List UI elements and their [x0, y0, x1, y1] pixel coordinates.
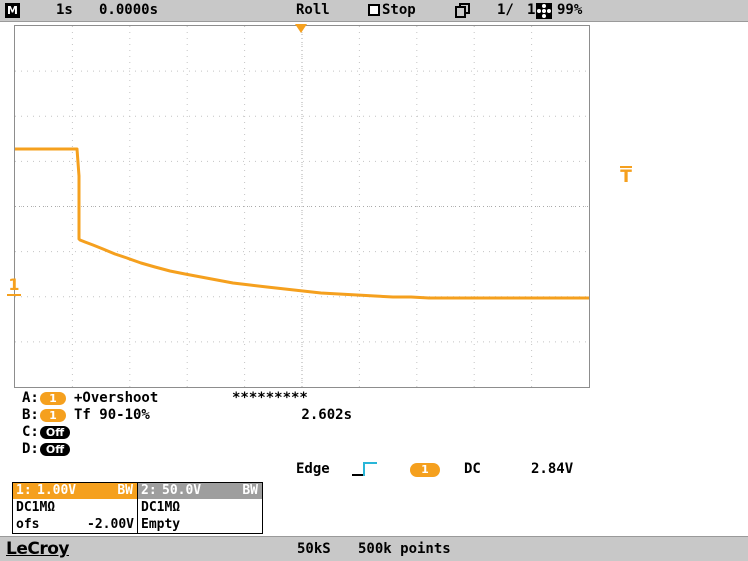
trigger-type-label[interactable]: Edge: [296, 461, 330, 477]
measurement-slot-d: D:: [22, 441, 39, 457]
measurement-row-a[interactable]: A: 1 +Overshoot *********: [22, 390, 442, 407]
rising-edge-icon[interactable]: [352, 462, 384, 477]
channel1-bandwidth[interactable]: BW: [117, 483, 133, 499]
sample-rate-value[interactable]: 50kS: [297, 541, 331, 557]
channel2-bandwidth[interactable]: BW: [242, 483, 258, 499]
channel2-descriptor-box[interactable]: 2: 50.0V BW DC1MΩ Empty: [137, 482, 263, 534]
measurement-value-a: *********: [232, 390, 308, 406]
channel1-offset-label: ofs: [16, 517, 40, 532]
channel1-ground-marker[interactable]: 1: [6, 276, 22, 300]
channel2-number: 2:: [141, 483, 157, 498]
trigger-coupling-label[interactable]: DC: [464, 461, 481, 477]
measurement-source-b[interactable]: 1: [40, 409, 66, 422]
lecroy-logo: LeCroy: [6, 539, 69, 559]
channel2-scale[interactable]: 50.0V: [162, 483, 201, 499]
channel1-descriptor-box[interactable]: 1: 1.00V BW DC1MΩ ofs -2.00V: [12, 482, 138, 534]
grid-and-trace: [15, 26, 589, 387]
run-state-label[interactable]: Stop: [382, 2, 416, 19]
trigger-source-pill[interactable]: 1: [410, 463, 440, 477]
multi-sheet-icon[interactable]: [455, 3, 470, 18]
channel1-scale[interactable]: 1.00V: [37, 483, 76, 499]
measurement-row-d[interactable]: D: Off: [22, 441, 442, 458]
channel1-number: 1:: [16, 483, 32, 498]
segment-current: 1/: [497, 2, 514, 18]
measurement-name-a: +Overshoot: [74, 390, 159, 406]
trigger-level-marker[interactable]: T: [618, 166, 634, 188]
channel1-offset-row[interactable]: ofs -2.00V: [13, 516, 137, 533]
channel2-status[interactable]: Empty: [138, 516, 262, 533]
channel1-waveform-trace: [15, 147, 589, 300]
trigger-delay-value[interactable]: 0.0000s: [99, 2, 158, 19]
measurement-source-d[interactable]: Off: [40, 443, 70, 456]
measurement-row-c[interactable]: C: Off: [22, 424, 442, 441]
acquisition-mode-icon[interactable]: M: [5, 3, 20, 18]
trigger-level-letter: T: [620, 167, 632, 187]
measurement-slot-c: C:: [22, 424, 39, 440]
channel1-header[interactable]: 1: 1.00V BW: [13, 483, 137, 499]
bottom-status-bar: LeCroy 50kS 500k points: [0, 536, 748, 561]
measurement-source-c[interactable]: Off: [40, 426, 70, 439]
timebase-value[interactable]: 1s: [56, 2, 73, 19]
measurement-slot-b: B:: [22, 407, 39, 423]
channel1-marker-label: 1: [8, 275, 20, 294]
measurement-value-b: 2.602s: [301, 407, 352, 423]
top-status-bar: M 1s 0.0000s Roll Stop 1/ 1 99%: [0, 0, 748, 22]
segment-total: 1: [527, 2, 536, 18]
sun-icon[interactable]: [536, 3, 552, 19]
measurement-table: A: 1 +Overshoot ********* B: 1 Tf 90-10%…: [22, 390, 442, 458]
trigger-level-value[interactable]: 2.84V: [531, 461, 573, 477]
measurement-row-b[interactable]: B: 1 Tf 90-10% 2.602s: [22, 407, 442, 424]
measurement-source-a[interactable]: 1: [40, 392, 66, 405]
channel2-coupling[interactable]: DC1MΩ: [138, 499, 262, 516]
oscilloscope-screen: M 1s 0.0000s Roll Stop 1/ 1 99% T 1 A: 1…: [0, 0, 748, 561]
acquisition-mode-label[interactable]: Roll: [296, 2, 330, 19]
channel1-offset-value[interactable]: -2.00V: [87, 516, 134, 533]
trigger-position-triangle-icon[interactable]: [295, 24, 307, 36]
measurement-name-b: Tf 90-10%: [74, 407, 150, 423]
memory-depth-value[interactable]: 500k points: [358, 541, 451, 557]
waveform-graticule[interactable]: [14, 25, 590, 388]
channel2-empty-label: Empty: [141, 517, 181, 532]
channel2-header[interactable]: 2: 50.0V BW: [138, 483, 262, 499]
channel1-coupling[interactable]: DC1MΩ: [13, 499, 137, 516]
measurement-slot-a: A:: [22, 390, 39, 406]
stop-square-icon[interactable]: [368, 4, 380, 16]
brightness-value[interactable]: 99%: [557, 2, 582, 19]
